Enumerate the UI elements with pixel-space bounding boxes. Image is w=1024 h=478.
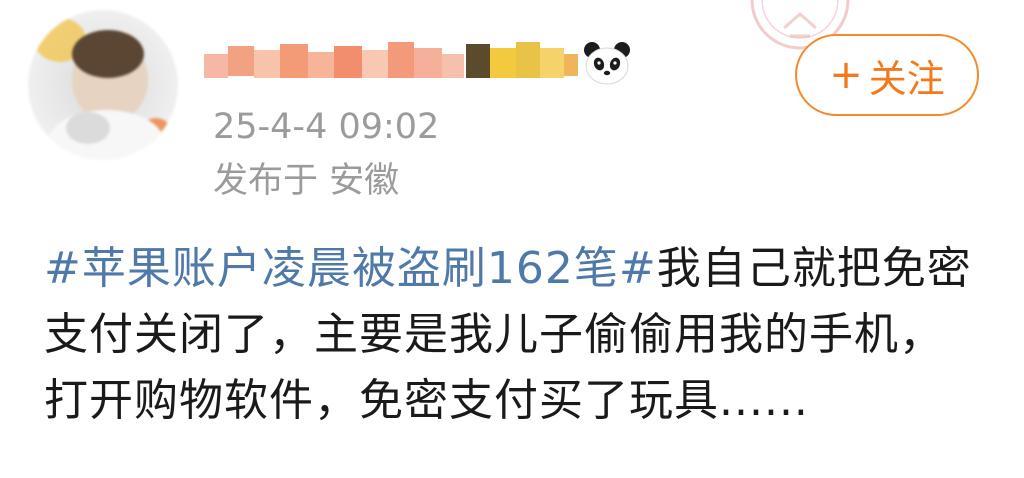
follow-button-label: 关注 (868, 56, 945, 101)
post-location: 发布于 安徽 (213, 161, 400, 201)
panda-icon (584, 42, 630, 85)
plus-icon: + (829, 52, 863, 98)
weibo-post: 25-4-4 09:02 发布于 安徽 + 关注 #苹果账户凌晨被盗刷162笔#… (0, 0, 1024, 478)
user-name[interactable] (200, 36, 580, 86)
post-body: #苹果账户凌晨被盗刷162笔#我自己就把免密支付关闭了，主要是我儿子偷偷用我的手… (44, 236, 984, 434)
avatar[interactable] (28, 10, 178, 160)
hashtag-link[interactable]: #苹果账户凌晨被盗刷162笔# (44, 243, 657, 294)
follow-button[interactable]: + 关注 (795, 34, 979, 116)
post-timestamp: 25-4-4 09:02 (213, 107, 440, 147)
